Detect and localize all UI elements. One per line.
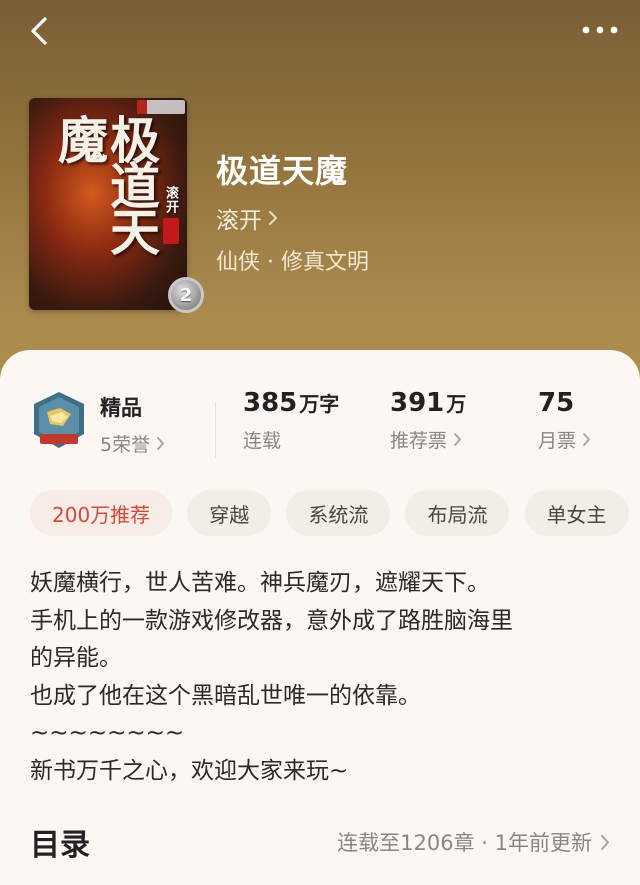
book-title: 极道天魔 bbox=[216, 152, 349, 190]
intro-line: 妖魔横行，世人苦难。神兵魔刃，遮耀天下。 bbox=[30, 570, 490, 596]
book-hero: 极道天魔 滚开 2 极道天魔 滚开 仙侠 · 修真文明 bbox=[0, 0, 640, 400]
tag-chip[interactable]: 系统流 bbox=[286, 490, 391, 536]
chevron-right-icon bbox=[157, 437, 164, 450]
catalog-row[interactable]: 目录 连载至1206章 · 1年前更新 bbox=[30, 820, 610, 864]
more-button[interactable] bbox=[578, 16, 622, 44]
intro-line: 手机上的一款游戏修改器，意外成了路胜脑海里 bbox=[30, 607, 513, 634]
intro-line: ~~~~~~~~ bbox=[30, 720, 185, 746]
recommend-label: 推荐票 bbox=[390, 430, 448, 452]
word-count-unit: 万字 bbox=[299, 392, 340, 416]
recommend-unit: 万 bbox=[446, 392, 467, 416]
tag-chip[interactable]: 200万推荐 bbox=[30, 490, 173, 536]
more-dots-icon bbox=[582, 26, 618, 34]
serial-status: 连载 bbox=[243, 430, 282, 452]
tag-list: 200万推荐 穿越 系统流 布局流 单女主 bbox=[30, 490, 640, 538]
cover-seal bbox=[163, 218, 179, 244]
back-arrow-icon bbox=[31, 17, 47, 45]
tag-chip[interactable]: 穿越 bbox=[187, 490, 272, 536]
tag-chip[interactable]: 布局流 bbox=[405, 490, 510, 536]
book-intro[interactable]: 妖魔横行，世人苦难。神兵魔刃，遮耀天下。 手机上的一款游戏修改器，意外成了路胜脑… bbox=[30, 565, 610, 790]
intro-line: 新书万千之心，欢迎大家来玩~ bbox=[30, 757, 349, 784]
intro-line: 也成了他在这个黑暗乱世唯一的依靠。 bbox=[30, 682, 421, 709]
monthly-label: 月票 bbox=[538, 430, 577, 452]
book-cover[interactable]: 极道天魔 滚开 bbox=[29, 98, 187, 310]
monthly-value: 75 bbox=[538, 388, 575, 418]
catalog-label: 目录 bbox=[30, 828, 90, 863]
volume-badge: 2 bbox=[168, 277, 204, 313]
honor-badge-icon bbox=[34, 392, 84, 448]
tag-chip[interactable]: 单女主 bbox=[524, 490, 629, 536]
catalog-status-text: 连载至1206章 · 1年前更新 bbox=[337, 831, 592, 855]
word-count-stat: 385 万字 连载 bbox=[243, 388, 339, 453]
honor-stat[interactable]: 精品 5荣誉 bbox=[100, 392, 165, 457]
author-name: 滚开 bbox=[216, 208, 262, 234]
honor-count: 5荣誉 bbox=[100, 434, 151, 456]
publisher-logo bbox=[137, 100, 147, 114]
stat-divider bbox=[215, 402, 216, 458]
chevron-right-icon bbox=[454, 433, 461, 446]
book-genre: 仙侠 · 修真文明 bbox=[216, 250, 369, 275]
book-detail-sheet: 精品 5荣誉 385 万字 连载 391 万 推荐票 75 月票 200万推荐 穿越… bbox=[0, 350, 640, 885]
recommend-stat[interactable]: 391 万 推荐票 bbox=[390, 388, 466, 453]
recommend-value: 391 bbox=[390, 388, 445, 418]
cover-author: 滚开 bbox=[163, 186, 178, 214]
cover-title: 极道天魔 bbox=[50, 114, 161, 252]
back-button[interactable] bbox=[22, 14, 56, 48]
chevron-right-icon bbox=[269, 211, 277, 225]
author-link[interactable]: 滚开 bbox=[216, 201, 278, 235]
chevron-right-icon bbox=[601, 834, 609, 850]
monthly-ticket-stat[interactable]: 75 月票 bbox=[538, 388, 591, 453]
honor-sub: 5荣誉 bbox=[100, 430, 165, 457]
honor-title: 精品 bbox=[100, 396, 142, 420]
word-count-value: 385 bbox=[243, 388, 298, 418]
catalog-status: 连载至1206章 · 1年前更新 bbox=[337, 827, 610, 857]
chevron-right-icon bbox=[583, 433, 590, 446]
intro-line: 的异能。 bbox=[30, 645, 122, 671]
